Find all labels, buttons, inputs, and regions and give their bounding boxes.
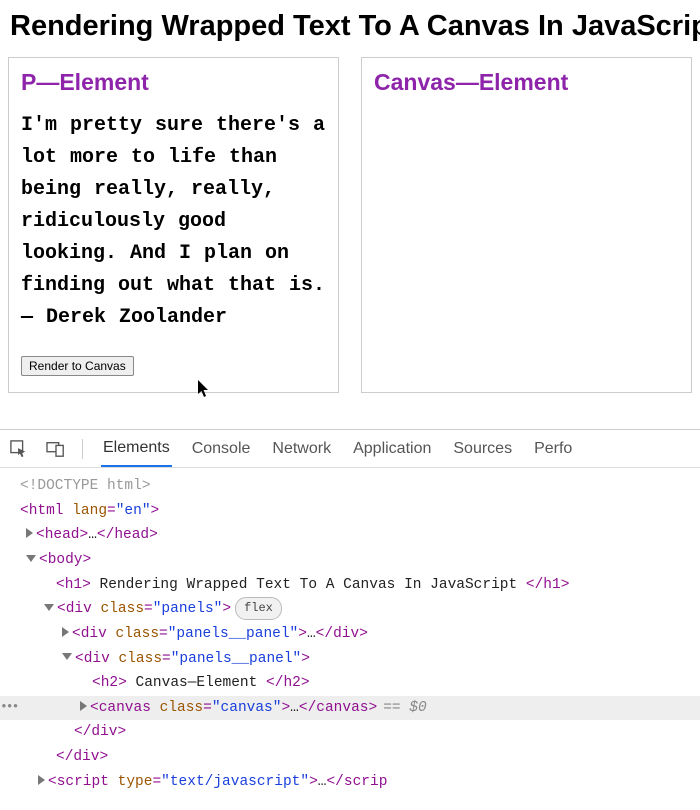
expand-icon[interactable] [38, 775, 45, 785]
dom-panel-1[interactable]: <div class="panels__panel">…</div> [0, 622, 700, 647]
tab-performance[interactable]: Perfo [532, 432, 574, 466]
dom-panels-div[interactable]: <div class="panels">flex [0, 597, 700, 622]
selected-dots-icon: ••• [0, 696, 17, 718]
flex-badge[interactable]: flex [235, 597, 282, 619]
inspect-icon[interactable] [10, 440, 28, 458]
dom-panel-2-open[interactable]: <div class="panels__panel"> [0, 647, 700, 672]
quote-text: I'm pretty sure there's a lot more to li… [21, 110, 326, 334]
dom-h1[interactable]: <h1> Rendering Wrapped Text To A Canvas … [0, 573, 700, 598]
dom-canvas-selected[interactable]: •••<canvas class="canvas">…</canvas>== $… [0, 696, 700, 721]
expand-icon[interactable] [80, 701, 87, 711]
page-title: Rendering Wrapped Text To A Canvas In Ja… [10, 10, 700, 43]
dom-tree[interactable]: <!DOCTYPE html> <html lang="en"> <head>…… [0, 468, 700, 794]
expand-icon[interactable] [26, 528, 33, 538]
dom-panels-close[interactable]: </div> [0, 745, 700, 770]
panels-container: P—Element I'm pretty sure there's a lot … [8, 57, 692, 393]
dom-body-open[interactable]: <body> [0, 548, 700, 573]
tab-application[interactable]: Application [351, 432, 433, 466]
device-toggle-icon[interactable] [46, 440, 64, 458]
devtools-toolbar: Elements Console Network Application Sou… [0, 430, 700, 468]
collapse-icon[interactable] [44, 604, 54, 611]
tab-network[interactable]: Network [270, 432, 333, 466]
dom-script[interactable]: <script type="text/javascript">…</scrip [0, 770, 700, 795]
render-to-canvas-button[interactable]: Render to Canvas [21, 356, 134, 376]
dom-html-open[interactable]: <html lang="en"> [0, 499, 700, 524]
collapse-icon[interactable] [26, 555, 36, 562]
toolbar-separator [82, 439, 83, 459]
dom-h2[interactable]: <h2> Canvas—Element </h2> [0, 671, 700, 696]
canvas-element-heading: Canvas—Element [374, 69, 679, 96]
dom-doctype[interactable]: <!DOCTYPE html> [0, 474, 700, 499]
expand-icon[interactable] [62, 627, 69, 637]
p-element-heading: P—Element [21, 69, 326, 96]
dom-head[interactable]: <head>…</head> [0, 523, 700, 548]
dom-panel-2-close[interactable]: </div> [0, 720, 700, 745]
canvas-element-panel: Canvas—Element [361, 57, 692, 393]
tab-console[interactable]: Console [190, 432, 253, 466]
devtools-panel: Elements Console Network Application Sou… [0, 429, 700, 794]
p-element-panel: P—Element I'm pretty sure there's a lot … [8, 57, 339, 393]
collapse-icon[interactable] [62, 653, 72, 660]
tab-sources[interactable]: Sources [451, 432, 514, 466]
tab-elements[interactable]: Elements [101, 431, 172, 467]
